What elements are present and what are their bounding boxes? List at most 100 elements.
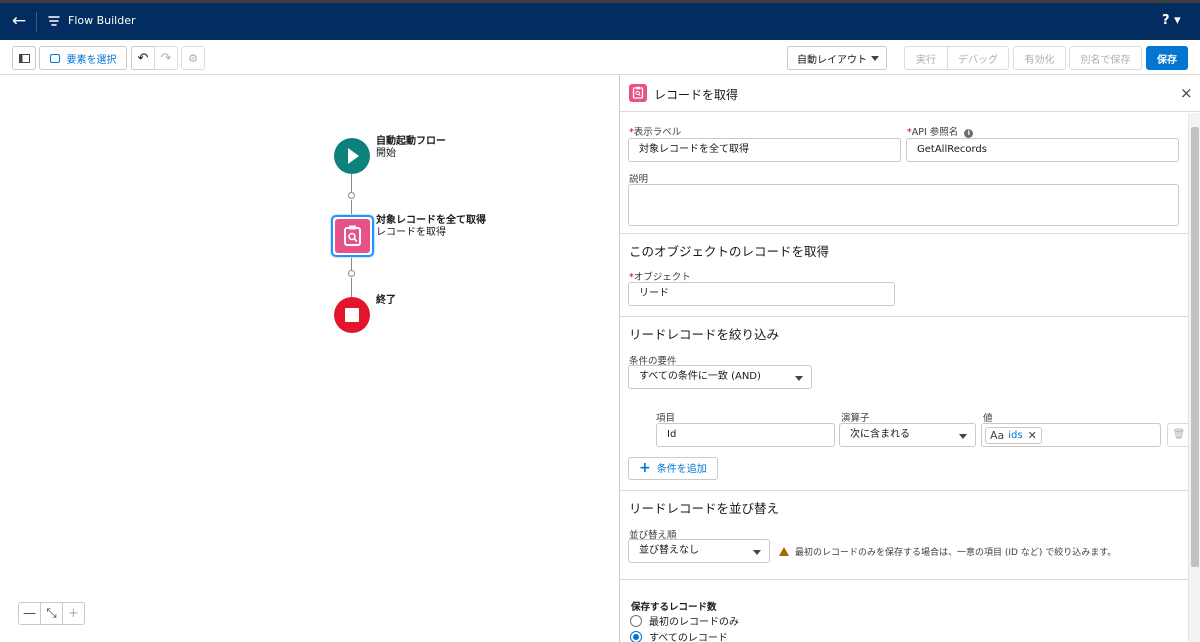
condition-field-input[interactable]: Id: [656, 423, 835, 447]
chevron-down-icon: [871, 56, 879, 61]
filter-section-title: リードレコードを絞り込み: [629, 327, 780, 342]
panel-scrollbar[interactable]: [1188, 113, 1200, 642]
get-records-node[interactable]: [331, 215, 374, 257]
label-input[interactable]: 対象レコードを全て取得: [628, 138, 901, 162]
info-icon[interactable]: i: [964, 129, 974, 138]
get-records-node-label: 対象レコードを全て取得 レコードを取得: [376, 215, 486, 239]
object-input[interactable]: リード: [628, 282, 895, 306]
panel-body: *表示ラベル 対象レコードを全て取得 *API 参照名 i GetAllRecor…: [620, 113, 1191, 642]
panel-title: レコードを取得: [654, 88, 739, 102]
description-textarea[interactable]: [628, 184, 1179, 226]
zoom-controls: — ⤡ +: [18, 602, 85, 625]
object-section-title: このオブジェクトのレコードを取得: [629, 244, 830, 259]
api-name-input[interactable]: GetAllRecords: [906, 138, 1179, 162]
get-records-icon: [629, 84, 647, 102]
condition-value-input[interactable]: Aa ids ✕: [981, 423, 1161, 447]
get-records-node-subtitle: レコードを取得: [376, 227, 446, 238]
zoom-in-button[interactable]: +: [62, 602, 85, 625]
sort-section-title: リードレコードを並び替え: [629, 501, 780, 516]
radio-button: [630, 614, 642, 627]
save-button[interactable]: 保存: [1146, 46, 1188, 70]
flow-canvas[interactable]: 自動起動フロー 開始 対象レコードを全て取得 レコードを取得 終了 — ⤡ +: [0, 75, 619, 642]
value-pill[interactable]: Aa ids ✕: [985, 427, 1042, 444]
store-count-label: 保存するレコード数: [631, 602, 717, 613]
zoom-fit-button[interactable]: ⤡: [40, 602, 63, 625]
app-header: ← Flow Builder ? ▾: [0, 0, 1200, 40]
section-divider: [620, 490, 1188, 491]
start-node-subtitle: 開始: [376, 148, 396, 159]
layout-dropdown[interactable]: 自動レイアウト: [787, 46, 887, 70]
condition-value-header: 値: [983, 413, 993, 424]
sort-warning: 最初のレコードのみを保存する場合は、一意の項目 (ID など) で絞り込みます。: [779, 545, 1116, 558]
zoom-out-button[interactable]: —: [18, 602, 41, 625]
api-name-field-label: *API 参照名 i: [907, 124, 974, 138]
description-label: 説明: [629, 174, 649, 185]
connector-add-dot[interactable]: [348, 270, 355, 277]
redo-icon: ↷: [160, 50, 172, 66]
connector-line: [351, 174, 352, 193]
sort-warning-text: 最初のレコードのみを保存する場合は、一意の項目 (ID など) で絞り込みます。: [795, 548, 1117, 558]
get-records-node-body: [335, 219, 370, 253]
select-elements-icon: [49, 53, 60, 63]
remove-pill-icon[interactable]: ✕: [1028, 425, 1037, 447]
toggle-panel-button[interactable]: [12, 46, 36, 70]
warning-icon: [779, 547, 789, 556]
get-records-node-title: 対象レコードを全て取得: [376, 215, 486, 226]
end-node-title: 終了: [376, 295, 396, 306]
layout-dropdown-label: 自動レイアウト: [797, 54, 867, 66]
undo-button[interactable]: ↶: [131, 46, 155, 70]
activate-button[interactable]: 有効化: [1013, 46, 1066, 70]
section-divider: [620, 579, 1188, 580]
sort-order-dropdown[interactable]: 並び替えなし: [628, 539, 770, 563]
debug-button[interactable]: デバッグ: [947, 46, 1009, 70]
connector-line: [351, 200, 352, 215]
condition-operator-dropdown[interactable]: 次に含まれる: [839, 423, 976, 447]
flow-builder-logo-icon: [48, 16, 60, 26]
connector-line: [351, 278, 352, 297]
end-node[interactable]: [334, 297, 370, 333]
section-divider: [620, 233, 1188, 234]
plus-icon: +: [639, 460, 651, 476]
chevron-down-icon: [753, 550, 761, 555]
save-as-button[interactable]: 別名で保存: [1069, 46, 1142, 70]
radio-all-records-label: すべてのレコード: [649, 633, 728, 642]
connector-add-dot[interactable]: [348, 192, 355, 199]
redo-button[interactable]: ↷: [154, 46, 178, 70]
start-node[interactable]: [334, 138, 370, 174]
radio-button-selected: [630, 630, 642, 642]
value-pill-label: ids: [1008, 429, 1023, 441]
add-condition-label: 条件を追加: [656, 464, 707, 475]
close-icon[interactable]: ×: [1180, 84, 1193, 102]
settings-button[interactable]: ⚙: [181, 46, 205, 70]
select-elements-button[interactable]: 要素を選択: [39, 46, 127, 70]
chevron-down-icon: [795, 376, 803, 381]
start-node-title: 自動起動フロー: [376, 136, 446, 147]
sort-order-value: 並び替えなし: [639, 545, 699, 556]
back-arrow-icon[interactable]: ←: [10, 12, 28, 30]
select-elements-label: 要素を選択: [66, 54, 117, 66]
trash-icon: 🗑: [1172, 429, 1186, 440]
condition-requirement-dropdown[interactable]: すべての条件に一致 (AND): [628, 365, 812, 389]
condition-operator-header: 演算子: [841, 413, 870, 424]
connector-line: [351, 258, 352, 270]
label-field-label: *表示ラベル: [629, 127, 682, 138]
properties-panel: レコードを取得 × *表示ラベル 対象レコードを全て取得 *API 参照名 i G…: [619, 75, 1200, 642]
add-condition-button[interactable]: + 条件を追加: [628, 457, 718, 480]
run-button[interactable]: 実行: [904, 46, 948, 70]
condition-field-header: 項目: [656, 413, 676, 424]
end-node-label: 終了: [376, 295, 396, 307]
condition-requirement-value: すべての条件に一致 (AND): [639, 371, 761, 382]
start-node-label: 自動起動フロー 開始: [376, 136, 446, 160]
text-type-icon: Aa: [990, 428, 1005, 442]
condition-operator-value: 次に含まれる: [850, 429, 910, 440]
get-records-icon: [344, 225, 361, 246]
gear-icon: ⚙: [188, 51, 198, 65]
radio-first-record[interactable]: 最初のレコードのみ: [630, 613, 739, 628]
radio-first-record-label: 最初のレコードのみ: [649, 617, 739, 628]
help-menu-button[interactable]: ? ▾: [1162, 13, 1181, 28]
object-field-label: *オブジェクト: [629, 272, 691, 283]
chevron-down-icon: [959, 434, 967, 439]
radio-all-records[interactable]: すべてのレコード: [630, 629, 728, 642]
clipboard-search-icon: [632, 86, 644, 99]
scrollbar-thumb[interactable]: [1191, 127, 1199, 567]
